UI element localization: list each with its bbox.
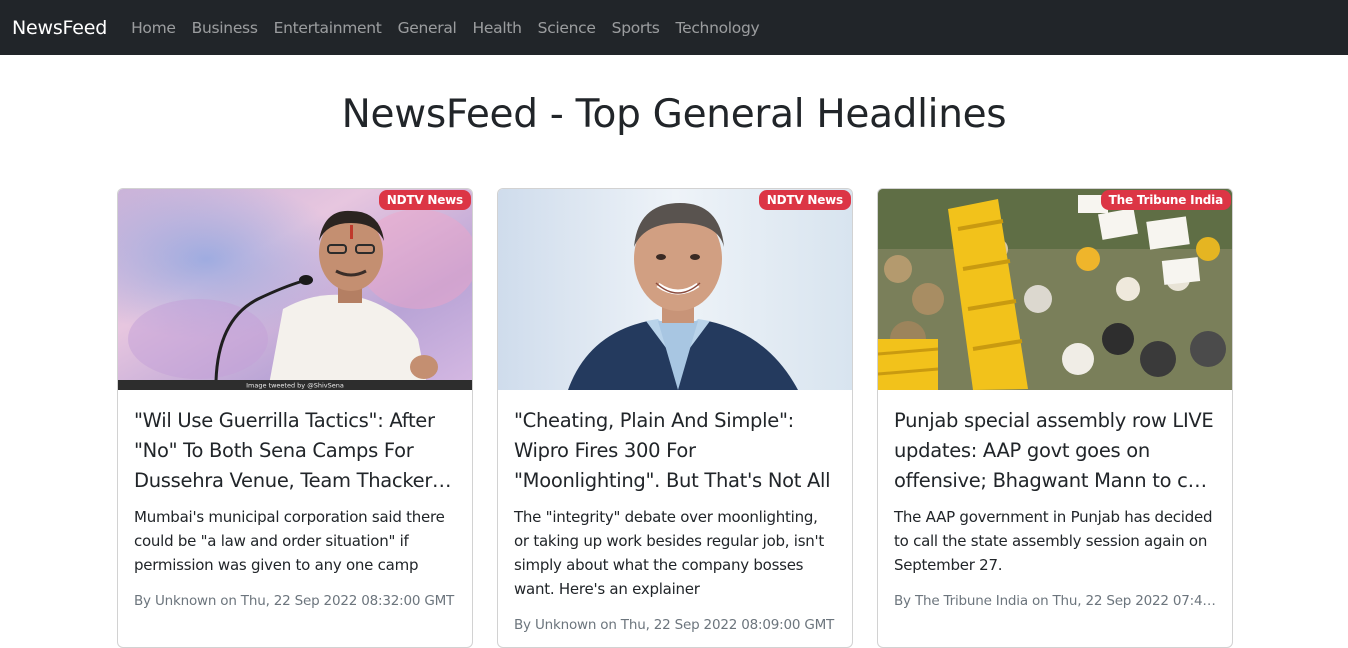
source-badge: NDTV News (758, 190, 851, 210)
news-meta: By Unknown on Thu, 22 Sep 2022 08:32:00 … (134, 593, 455, 609)
nav-link-general[interactable]: General (390, 19, 465, 37)
nav-link-sports[interactable]: Sports (604, 19, 668, 37)
news-card: Image tweeted by @ShivSena NDTV News "Wi… (117, 188, 473, 648)
news-description: The AAP government in Punjab has decided… (894, 508, 1213, 574)
news-title[interactable]: "Cheating, Plain And Simple": Wipro Fire… (514, 406, 836, 496)
navbar: NewsFeed Home Business Entertainment Gen… (0, 0, 1348, 55)
card-body: "Cheating, Plain And Simple": Wipro Fire… (498, 390, 852, 633)
source-badge: The Tribune India (1100, 190, 1231, 210)
news-image: NDTV News (498, 189, 852, 390)
nav-link-home[interactable]: Home (123, 19, 184, 37)
nav-links: Home Business Entertainment General Heal… (123, 19, 767, 37)
nav-link-entertainment[interactable]: Entertainment (266, 19, 390, 37)
page-title: NewsFeed - Top General Headlines (341, 92, 1007, 137)
nav-link-business[interactable]: Business (184, 19, 266, 37)
news-meta: By Unknown on Thu, 22 Sep 2022 08:09:00 … (514, 617, 835, 633)
news-meta: By The Tribune India on Thu, 22 Sep 2022… (894, 593, 1216, 609)
news-description: Mumbai's municipal corporation said ther… (134, 508, 445, 574)
brand-logo[interactable]: NewsFeed (12, 17, 107, 39)
card-body: Punjab special assembly row LIVE updates… (878, 390, 1232, 609)
source-badge: NDTV News (378, 190, 471, 210)
nav-link-health[interactable]: Health (465, 19, 530, 37)
news-title[interactable]: Punjab special assembly row LIVE updates… (894, 406, 1216, 496)
news-image: Image tweeted by @ShivSena NDTV News (118, 189, 472, 390)
card-body: "Wil Use Guerrilla Tactics": After "No" … (118, 390, 472, 609)
news-image: The Tribune India (878, 189, 1232, 390)
news-description: The "integrity" debate over moonlighting… (514, 508, 825, 598)
nav-link-technology[interactable]: Technology (668, 19, 768, 37)
news-card: NDTV News "Cheating, Plain And Simple": … (497, 188, 853, 648)
news-title[interactable]: "Wil Use Guerrilla Tactics": After "No" … (134, 406, 456, 496)
image-caption: Image tweeted by @ShivSena (246, 382, 344, 390)
nav-link-science[interactable]: Science (530, 19, 604, 37)
news-card: The Tribune India Punjab special assembl… (877, 188, 1233, 648)
